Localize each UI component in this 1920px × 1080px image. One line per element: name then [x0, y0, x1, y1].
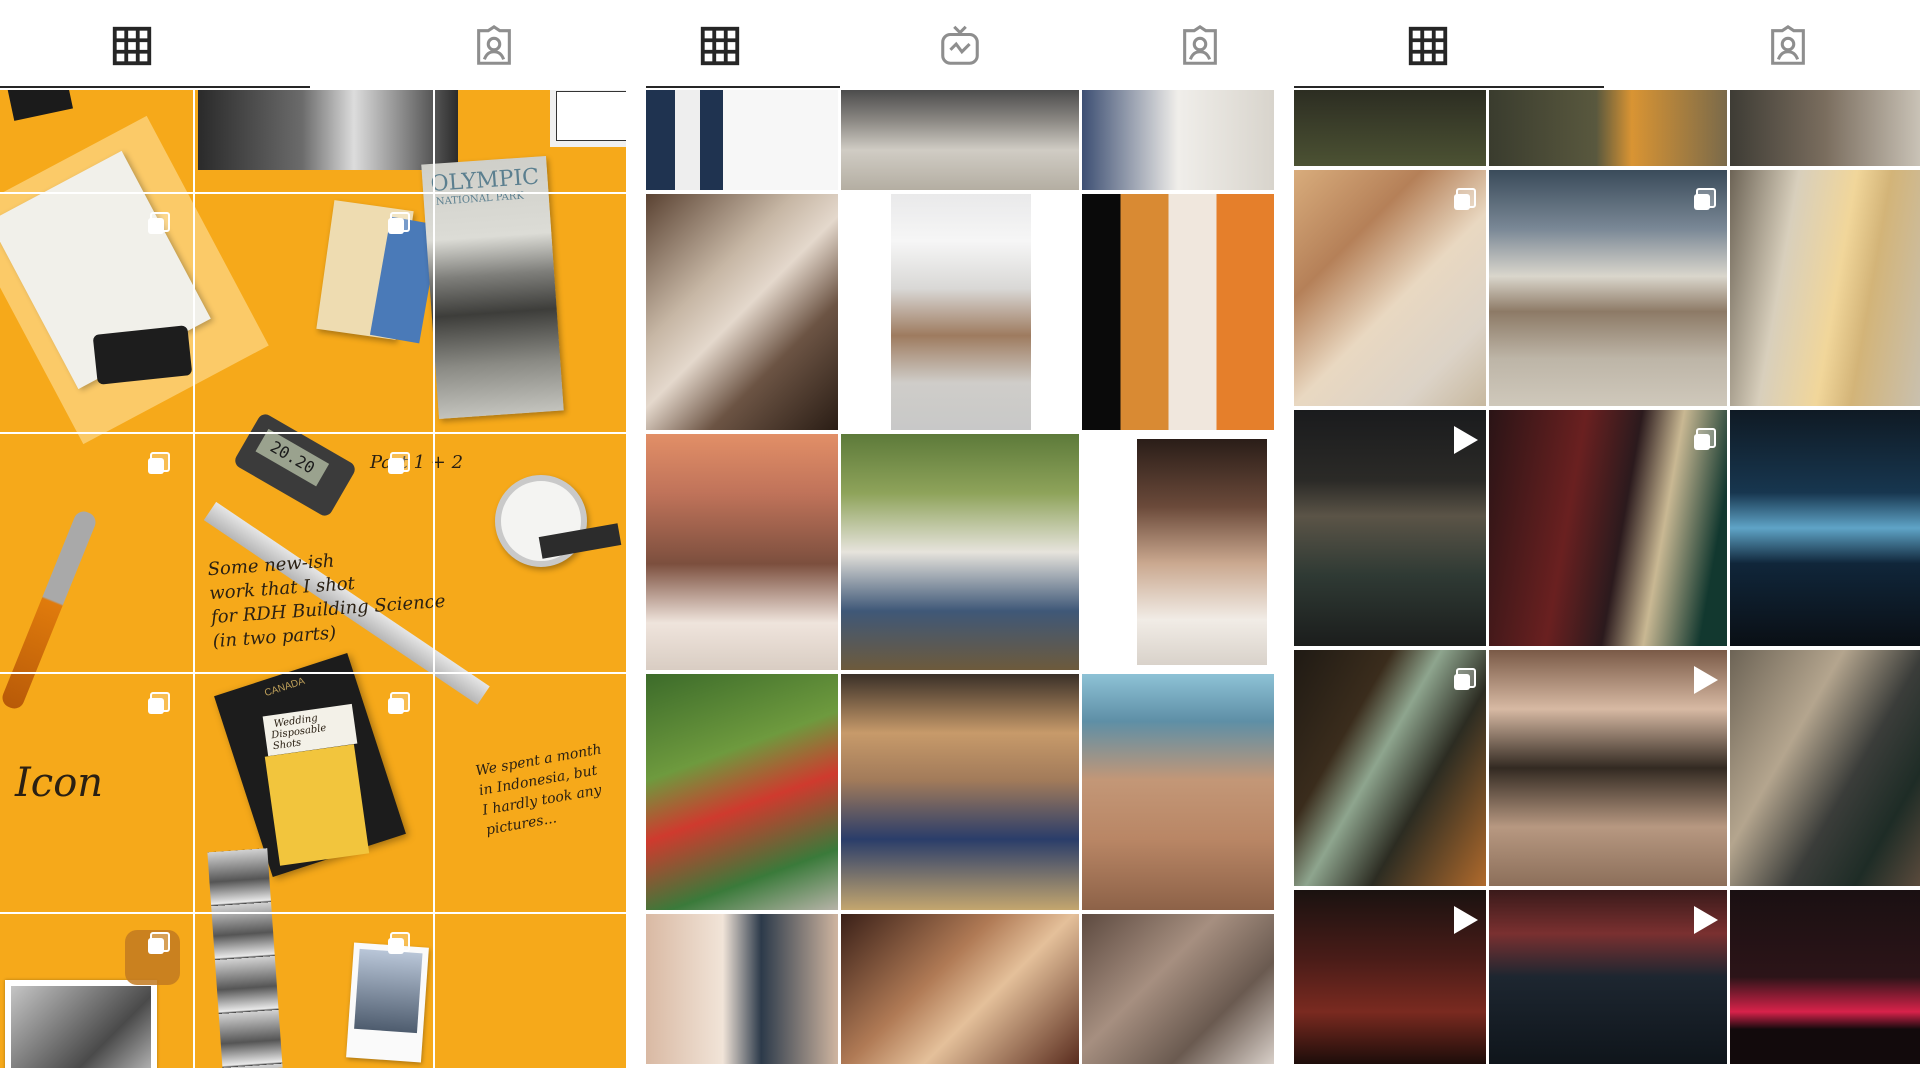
wedding-photo	[5, 980, 157, 1068]
profile-tab-bar	[646, 0, 1274, 88]
grid-tab[interactable]	[696, 22, 744, 70]
photobooth-strip	[207, 848, 283, 1068]
post-thumbnail[interactable]	[1082, 90, 1274, 190]
grid-divider	[0, 432, 626, 434]
part-label: Part 1 + 2	[370, 452, 464, 473]
post-thumbnail[interactable]	[841, 434, 1079, 670]
carousel-icon	[388, 692, 410, 714]
grid-tab[interactable]	[1404, 22, 1452, 70]
grid-divider	[0, 672, 626, 674]
post-thumbnail[interactable]	[841, 914, 1079, 1064]
carousel-icon	[148, 692, 170, 714]
carousel-icon	[148, 932, 170, 954]
screwdriver	[0, 508, 99, 712]
grid-icon	[112, 26, 152, 66]
post-thumbnail[interactable]	[1082, 914, 1274, 1064]
post-thumbnail[interactable]	[1082, 434, 1274, 670]
carousel-icon	[388, 932, 410, 954]
wedding-photo-image	[11, 986, 151, 1068]
photo-grid	[1294, 90, 1920, 1068]
post-thumbnail[interactable]	[1730, 170, 1920, 406]
igtv-icon	[941, 25, 979, 65]
grid-divider	[0, 192, 626, 194]
post-thumbnail[interactable]	[841, 90, 1079, 190]
active-tab-indicator	[1294, 86, 1604, 88]
post-thumbnail[interactable]	[841, 194, 1079, 430]
photo-grid: OLYMPIC NATIONAL PARK 20.20 Part 1 + 2 S…	[0, 90, 626, 1068]
grid-divider	[193, 90, 195, 1068]
caliper-readout: 20.20	[255, 428, 330, 487]
post-thumbnail[interactable]	[1489, 890, 1727, 1064]
post-thumbnail[interactable]	[1489, 650, 1727, 886]
profile-grid-1: OLYMPIC NATIONAL PARK 20.20 Part 1 + 2 S…	[0, 0, 626, 1080]
tagged-icon	[477, 24, 511, 65]
tagged-icon	[1771, 24, 1805, 65]
video-play-icon	[1454, 906, 1478, 934]
icon-word: Icon	[15, 760, 104, 806]
carousel-icon	[1694, 428, 1716, 450]
profile-tab-bar	[1294, 0, 1920, 88]
carousel-icon	[148, 212, 170, 234]
yellow-ticket	[264, 744, 370, 866]
passport-country: CANADA	[263, 675, 307, 700]
grid-divider	[433, 90, 435, 1068]
post-thumbnail[interactable]	[1489, 170, 1727, 406]
post-thumbnail[interactable]	[1082, 674, 1274, 910]
tagged-tab[interactable]	[1764, 22, 1812, 70]
video-play-icon	[1454, 426, 1478, 454]
indonesia-note: We spent a month in Indonesia, but I har…	[474, 740, 614, 841]
carousel-icon	[1454, 188, 1476, 210]
profile-grid-2	[646, 0, 1274, 1080]
badge	[7, 90, 73, 121]
work-notes: Some new-ish work that I shot for RDH Bu…	[207, 542, 448, 654]
post-thumbnail[interactable]	[1730, 410, 1920, 646]
active-tab-indicator	[0, 86, 310, 88]
grid-icon	[1408, 26, 1448, 66]
carousel-icon	[1454, 668, 1476, 690]
grid-tab[interactable]	[108, 22, 156, 70]
post-thumbnail[interactable]	[1730, 650, 1920, 886]
orange-collage: OLYMPIC NATIONAL PARK 20.20 Part 1 + 2 S…	[0, 90, 626, 1068]
polaroid-image	[354, 948, 423, 1034]
grid-divider	[0, 912, 626, 914]
igtv-tab[interactable]	[936, 22, 984, 70]
carousel-icon	[148, 452, 170, 474]
active-tab-indicator	[646, 86, 840, 88]
photo-grid	[646, 90, 1274, 1068]
tagged-tab[interactable]	[470, 22, 518, 70]
bw-photo	[198, 90, 458, 170]
profile-grid-3	[1294, 0, 1920, 1080]
post-thumbnail[interactable]	[1730, 890, 1920, 1064]
film-roll	[92, 325, 193, 385]
post-thumbnail[interactable]	[646, 674, 838, 910]
carousel-icon	[388, 212, 410, 234]
post-thumbnail[interactable]	[646, 194, 838, 430]
caliper-display: 20.20	[232, 411, 358, 519]
video-play-icon	[1694, 906, 1718, 934]
polaroid	[346, 942, 429, 1063]
post-image	[891, 194, 1031, 430]
post-thumbnail[interactable]	[646, 914, 838, 1064]
profile-tab-bar	[0, 0, 626, 88]
post-thumbnail[interactable]	[1294, 90, 1486, 166]
carousel-icon	[1694, 188, 1716, 210]
video-play-icon	[1694, 666, 1718, 694]
post-thumbnail[interactable]	[646, 90, 838, 190]
grid-icon	[700, 26, 740, 66]
small-frame	[550, 90, 626, 147]
post-image	[1137, 439, 1267, 665]
post-thumbnail[interactable]	[1489, 90, 1727, 166]
tagged-icon	[1183, 24, 1217, 65]
post-thumbnail[interactable]	[646, 434, 838, 670]
carousel-icon	[388, 452, 410, 474]
post-thumbnail[interactable]	[1489, 410, 1727, 646]
post-thumbnail[interactable]	[1730, 90, 1920, 166]
post-thumbnail[interactable]	[1082, 194, 1274, 430]
tagged-tab[interactable]	[1176, 22, 1224, 70]
post-thumbnail[interactable]	[841, 674, 1079, 910]
park-booklet: OLYMPIC NATIONAL PARK	[421, 155, 564, 420]
